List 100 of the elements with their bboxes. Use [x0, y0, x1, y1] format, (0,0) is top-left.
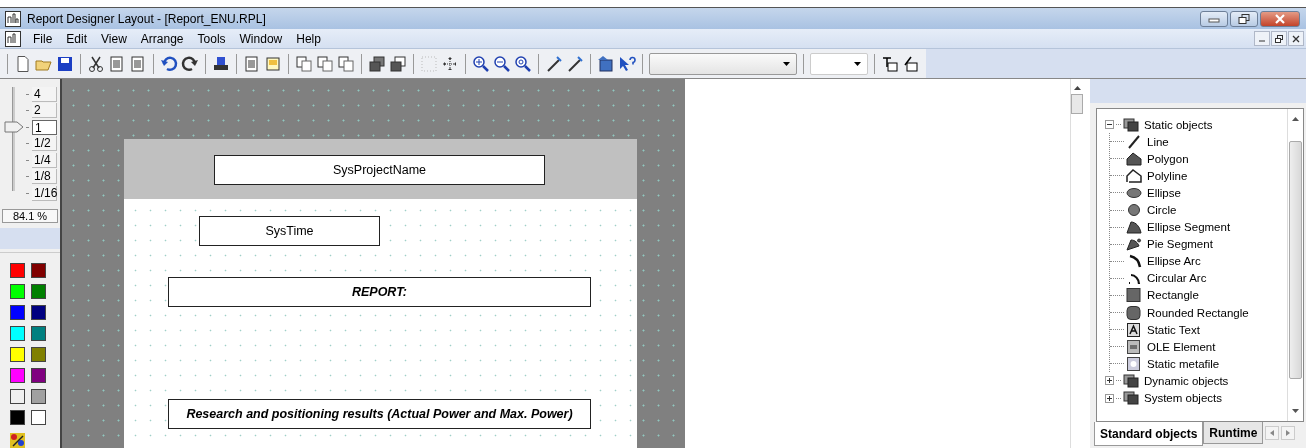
color-swatch[interactable] — [31, 368, 46, 383]
color-swatch[interactable] — [31, 347, 46, 362]
tree-item[interactable]: Dynamic objects — [1144, 374, 1229, 387]
tab-scroll-left-button[interactable] — [1265, 426, 1280, 440]
report-field[interactable]: REPORT: — [168, 277, 591, 307]
bring-front-icon[interactable] — [295, 54, 313, 73]
zoom-in-icon[interactable] — [472, 54, 490, 73]
printer-icon[interactable] — [212, 54, 230, 73]
color-swatch[interactable] — [10, 263, 25, 278]
save-icon[interactable] — [56, 54, 74, 73]
tree-item[interactable]: Polygon — [1147, 152, 1189, 165]
expander-icon[interactable] — [1105, 376, 1114, 386]
polyline-icon — [1126, 168, 1142, 183]
properties-icon[interactable] — [597, 54, 615, 73]
eyedropper-icon[interactable] — [566, 54, 584, 73]
object-group-icon — [1123, 117, 1139, 132]
color-swatch[interactable] — [31, 263, 46, 278]
page-icon[interactable] — [243, 54, 261, 73]
color-swatch[interactable] — [10, 347, 25, 362]
zoom-level-button[interactable]: 1/16 — [32, 185, 57, 201]
color-swatch[interactable] — [10, 368, 25, 383]
ungroup-icon[interactable] — [389, 54, 407, 73]
tree-item[interactable]: Line — [1147, 135, 1169, 148]
zoom-level-button[interactable]: 2 — [32, 103, 57, 119]
color-swatch[interactable] — [31, 410, 46, 425]
zoom-out-icon[interactable] — [493, 54, 511, 73]
scroll-up-icon[interactable] — [1292, 117, 1299, 121]
restore-button[interactable] — [1271, 31, 1287, 46]
circle-icon — [1126, 203, 1142, 217]
tree-item[interactable]: Static Text — [1147, 323, 1200, 336]
font-dropdown[interactable] — [649, 52, 797, 75]
menu-item[interactable]: Tools — [195, 31, 228, 46]
snap-icon[interactable] — [441, 54, 459, 73]
close-button[interactable] — [1260, 10, 1300, 27]
menu-item[interactable]: Window — [237, 31, 285, 46]
cut-icon[interactable] — [87, 54, 105, 73]
tab-scroll-right-button[interactable] — [1281, 426, 1296, 440]
ellipse-icon — [1126, 185, 1142, 200]
tree-item[interactable]: Ellipse Segment — [1147, 221, 1231, 234]
tree-item[interactable]: Static objects — [1144, 118, 1213, 131]
report-field[interactable]: Research and positioning results (Actual Power and Max. Power) — [168, 399, 591, 429]
tree-item[interactable]: Rectangle — [1147, 289, 1199, 302]
zoom-level-button[interactable]: 1/4 — [32, 152, 57, 168]
report-field[interactable]: SysProjectName — [214, 155, 545, 185]
document-icon — [5, 30, 21, 47]
color-swatch[interactable] — [10, 284, 25, 299]
menu-item[interactable]: Help — [294, 31, 323, 46]
restore-button[interactable] — [1230, 10, 1258, 27]
tree-item[interactable]: Polyline — [1147, 169, 1188, 182]
undo-icon[interactable] — [160, 54, 178, 73]
zoom-level-button[interactable]: 1/2 — [32, 136, 57, 152]
color-swatch[interactable] — [31, 305, 46, 320]
stacked-pages-icon[interactable] — [316, 54, 334, 73]
paste-icon[interactable] — [129, 54, 147, 73]
zoom-level-button[interactable]: 1/8 — [32, 169, 57, 185]
new-document-icon[interactable] — [14, 54, 32, 73]
scroll-down-icon[interactable] — [1292, 409, 1299, 413]
text-frame-icon[interactable] — [881, 54, 899, 73]
color-swatch[interactable] — [10, 389, 25, 404]
slider-thumb[interactable] — [4, 121, 24, 133]
menu-item[interactable]: File — [31, 31, 55, 46]
expander-icon[interactable] — [1105, 393, 1114, 403]
color-swatch[interactable] — [31, 389, 46, 404]
tree-item[interactable]: Ellipse Arc — [1147, 255, 1201, 268]
tab[interactable]: Standard objects — [1094, 422, 1204, 446]
tree-item[interactable]: Pie Segment — [1147, 238, 1213, 251]
color-swatch[interactable] — [10, 305, 25, 320]
help-pointer-icon[interactable] — [618, 54, 636, 73]
color-swatch[interactable] — [31, 284, 46, 299]
tree-item[interactable]: Circle — [1147, 204, 1177, 216]
tree-item[interactable]: Rounded Rectangle — [1147, 306, 1249, 319]
group-icon[interactable] — [368, 54, 386, 73]
note-page-icon[interactable] — [264, 54, 282, 73]
close-button[interactable] — [1288, 31, 1304, 46]
color-swatch[interactable] — [10, 410, 25, 425]
zoom-fit-icon[interactable] — [514, 54, 532, 73]
tab[interactable]: Runtime — [1203, 422, 1264, 444]
scroll-up-icon[interactable] — [1073, 86, 1081, 90]
redo-icon[interactable] — [181, 54, 199, 73]
tree-item[interactable]: Ellipse — [1147, 186, 1181, 199]
scrollbar-thumb[interactable] — [1071, 94, 1083, 114]
wand-icon[interactable] — [545, 54, 563, 73]
zoom-level-button[interactable]: 1 — [32, 119, 57, 135]
tree-item[interactable]: Circular Arc — [1147, 272, 1207, 285]
report-field[interactable]: SysTime — [199, 216, 380, 246]
right-arrow-icon — [1286, 430, 1291, 436]
color-swatch[interactable] — [10, 326, 25, 341]
menu-item[interactable]: View — [99, 31, 129, 46]
custom-color-icon[interactable] — [10, 433, 25, 448]
send-back-icon[interactable] — [337, 54, 355, 73]
scrollbar-thumb[interactable] — [1289, 141, 1302, 379]
tree-item[interactable]: System objects — [1144, 392, 1222, 405]
tree-item[interactable]: Static metafile — [1147, 357, 1220, 370]
menu-item[interactable]: Arrange — [138, 31, 186, 46]
color-swatch[interactable] — [31, 326, 46, 341]
expander-icon[interactable] — [1105, 120, 1114, 130]
zoom-level-button[interactable]: 4 — [32, 86, 57, 102]
menu-item[interactable]: Edit — [64, 31, 90, 46]
tree-item[interactable]: OLE Element — [1147, 340, 1216, 353]
pen-frame-icon[interactable] — [902, 54, 920, 73]
